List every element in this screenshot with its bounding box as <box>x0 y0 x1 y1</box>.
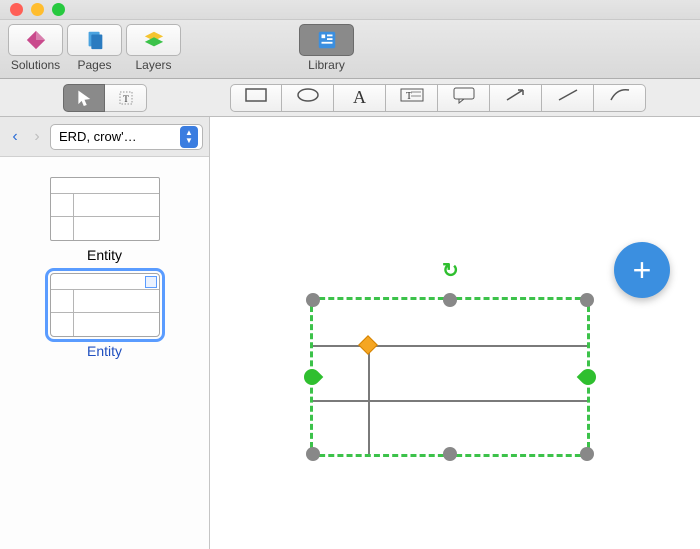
shape-badge-icon <box>145 276 157 288</box>
entity-thumbnail <box>50 273 160 337</box>
shape-tools-segment: A T <box>230 84 646 112</box>
close-window-button[interactable] <box>10 3 23 16</box>
entity-divider <box>313 400 587 402</box>
toolbar-group-pages: Pages <box>67 24 122 72</box>
toolbar-group-library: Library <box>299 24 354 72</box>
entity-divider <box>313 345 587 347</box>
plus-icon: + <box>633 252 652 289</box>
layers-icon <box>143 29 165 51</box>
shape-label: Entity <box>87 247 122 263</box>
curve-icon <box>607 86 633 109</box>
callout-icon <box>451 86 477 109</box>
content-area: ‹ › ERD, crow'… ▲▼ Entity Entity <box>0 117 700 549</box>
add-shape-fab[interactable]: + <box>614 242 670 298</box>
pages-icon <box>84 29 106 51</box>
toolbar-group-solutions: Solutions <box>8 24 63 72</box>
adjust-handle[interactable] <box>358 335 378 355</box>
text-cursor-icon: T <box>117 89 135 107</box>
entity-thumbnail <box>50 177 160 241</box>
main-toolbar: Solutions Pages Layers Library <box>0 20 700 79</box>
sidebar-nav: ‹ › ERD, crow'… ▲▼ <box>0 117 209 157</box>
window-titlebar <box>0 0 700 20</box>
library-button[interactable] <box>299 24 354 56</box>
line-icon <box>555 86 581 109</box>
connector-handle-right[interactable] <box>577 366 600 389</box>
library-sidebar: ‹ › ERD, crow'… ▲▼ Entity Entity <box>0 117 210 549</box>
resize-handle-bl[interactable] <box>306 447 320 461</box>
rectangle-tool[interactable] <box>230 84 282 112</box>
nav-back-button[interactable]: ‹ <box>6 128 24 146</box>
solutions-button[interactable] <box>8 24 63 56</box>
pointer-icon <box>75 89 93 107</box>
textbox-tool[interactable]: T <box>386 84 438 112</box>
svg-text:T: T <box>123 93 129 104</box>
library-shape-entity[interactable]: Entity <box>45 177 165 263</box>
shape-label: Entity <box>87 343 122 359</box>
connector-handle-left[interactable] <box>301 366 324 389</box>
arrow-icon <box>503 86 529 109</box>
resize-handle-tr[interactable] <box>580 293 594 307</box>
secondary-toolbar: T A T <box>0 79 700 117</box>
solutions-icon <box>25 29 47 51</box>
resize-handle-tc[interactable] <box>443 293 457 307</box>
minimize-window-button[interactable] <box>31 3 44 16</box>
ellipse-tool[interactable] <box>282 84 334 112</box>
entity-divider <box>368 345 370 454</box>
layers-button[interactable] <box>126 24 181 56</box>
rotate-handle[interactable]: ↻ <box>442 258 459 283</box>
dropdown-label: ERD, crow'… <box>59 129 180 144</box>
pages-label: Pages <box>77 58 111 72</box>
pages-button[interactable] <box>67 24 122 56</box>
ellipse-icon <box>295 86 321 109</box>
toolbar-group-layers: Layers <box>126 24 181 72</box>
text-icon: A <box>353 87 366 108</box>
zoom-window-button[interactable] <box>52 3 65 16</box>
tool-mode-segment: T <box>0 84 210 112</box>
resize-handle-bc[interactable] <box>443 447 457 461</box>
resize-handle-br[interactable] <box>580 447 594 461</box>
text-cursor-tool[interactable]: T <box>105 84 147 112</box>
line-tool[interactable] <box>542 84 594 112</box>
dropdown-stepper-icon: ▲▼ <box>180 126 198 148</box>
library-icon <box>316 29 338 51</box>
library-shape-entity-selected[interactable]: Entity <box>45 273 165 359</box>
resize-handle-tl[interactable] <box>306 293 320 307</box>
callout-tool[interactable] <box>438 84 490 112</box>
drawing-canvas[interactable]: ↻ + <box>210 117 700 549</box>
library-label: Library <box>308 58 345 72</box>
nav-forward-button[interactable]: › <box>28 128 46 146</box>
layers-label: Layers <box>135 58 171 72</box>
textbox-icon: T <box>399 86 425 109</box>
solutions-label: Solutions <box>11 58 60 72</box>
text-tool[interactable]: A <box>334 84 386 112</box>
rectangle-icon <box>243 86 269 109</box>
pointer-tool[interactable] <box>63 84 105 112</box>
curve-tool[interactable] <box>594 84 646 112</box>
library-shapes-list: Entity Entity <box>0 157 209 549</box>
selected-entity-shape[interactable]: ↻ <box>310 297 590 457</box>
arrow-tool[interactable] <box>490 84 542 112</box>
library-category-dropdown[interactable]: ERD, crow'… ▲▼ <box>50 124 203 150</box>
